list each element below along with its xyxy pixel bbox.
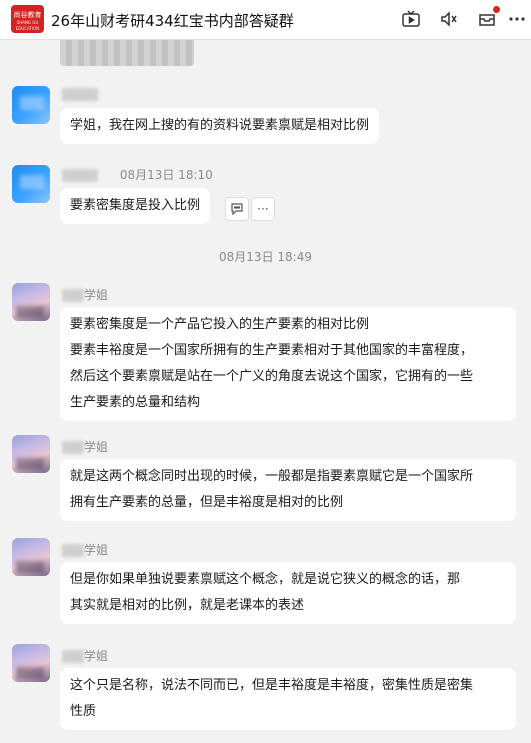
blurred-name — [62, 88, 98, 101]
message-bubble[interactable]: 要素密集度是一个产品它投入的生产要素的相对比例 要素丰裕度是一个国家所拥有的生产… — [60, 307, 516, 421]
message-actions: ··· — [225, 197, 275, 221]
message-line: 这个只是名称，说法不同而已，但是丰裕度是丰裕度，密集性质是密集 — [70, 678, 474, 693]
chat-header: 尚谷教育 SHANG GU EDUCATION 26年山财考研434红宝书内部答… — [0, 0, 531, 40]
group-logo[interactable]: 尚谷教育 SHANG GU EDUCATION — [11, 5, 44, 33]
blurred-name — [62, 650, 84, 663]
comment-icon[interactable] — [225, 197, 249, 221]
timestamp-divider: 08月13日 18:49 — [219, 250, 312, 264]
inbox-icon[interactable] — [476, 6, 500, 30]
message-bubble[interactable]: 这个只是名称，说法不同而已，但是丰裕度是丰裕度，密集性质是密集 性质 — [60, 668, 516, 730]
more-options-button[interactable]: ··· — [251, 197, 275, 221]
message-line: 其实就是相对的比例，就是老课本的表述 — [70, 598, 305, 613]
message-text: 学姐，我在网上搜的有的资料说要素禀赋是相对比例 — [70, 118, 370, 133]
sender-name-suffix: 学姐 — [84, 440, 109, 454]
sender-name: 学姐 — [62, 647, 108, 664]
message-line: 性质 — [70, 704, 97, 719]
video-icon[interactable] — [400, 8, 422, 30]
sender-name: 学姐 — [62, 541, 108, 558]
avatar[interactable] — [12, 165, 50, 203]
sender-name-suffix: 学姐 — [84, 288, 109, 302]
sender-name — [62, 87, 98, 101]
message-text: 要素密集度是投入比例 — [70, 198, 201, 213]
sender-name-suffix: 学姐 — [84, 543, 109, 557]
message-line: 就是这两个概念同时出现的时候，一般都是指要素禀赋它是一个国家所 — [70, 469, 474, 484]
logo-subtext: SHANG GU EDUCATION — [15, 20, 40, 31]
message-line: 拥有生产要素的总量，但是丰裕度是相对的比例 — [70, 495, 344, 510]
avatar[interactable] — [12, 435, 50, 473]
message-bubble[interactable]: 就是这两个概念同时出现的时候，一般都是指要素禀赋它是一个国家所 拥有生产要素的总… — [60, 459, 516, 521]
message-line: 然后这个要素禀赋是站在一个广义的角度去说这个国家，它拥有的一些 — [70, 369, 474, 384]
message-bubble[interactable]: 但是你如果单独说要素禀赋这个概念，就是说它狭义的概念的话，那 其实就是相对的比例… — [60, 562, 516, 624]
message-line: 生产要素的总量和结构 — [70, 395, 201, 410]
sender-name-suffix: 学姐 — [84, 649, 109, 663]
message-line: 要素丰裕度是一个国家所拥有的生产要素相对于其他国家的丰富程度， — [70, 343, 474, 358]
message-line: 但是你如果单独说要素禀赋这个概念，就是说它狭义的概念的话，那 — [70, 572, 461, 587]
group-title[interactable]: 26年山财考研434红宝书内部答疑群 — [51, 10, 294, 31]
message-bubble[interactable]: 要素密集度是投入比例 — [60, 188, 211, 224]
avatar[interactable] — [12, 644, 50, 682]
avatar[interactable] — [12, 86, 50, 124]
chat-area[interactable]: 学姐，我在网上搜的有的资料说要素禀赋是相对比例 08月13日 18:10 要素密… — [0, 40, 531, 743]
sender-name: 08月13日 18:10 — [62, 166, 213, 183]
unread-dot — [493, 6, 500, 13]
logo-text: 尚谷教育 — [13, 11, 42, 19]
blurred-name — [62, 441, 84, 454]
message-line: 要素密集度是一个产品它投入的生产要素的相对比例 — [70, 317, 370, 332]
image-message-partial[interactable] — [60, 40, 194, 66]
blurred-name — [62, 544, 84, 557]
sender-name: 学姐 — [62, 286, 108, 303]
message-bubble[interactable]: 学姐，我在网上搜的有的资料说要素禀赋是相对比例 — [60, 108, 380, 144]
message-timestamp: 08月13日 18:10 — [119, 168, 213, 182]
blurred-name — [62, 289, 84, 302]
mute-icon[interactable] — [438, 8, 460, 30]
avatar[interactable] — [12, 283, 50, 321]
blurred-name — [62, 169, 98, 182]
avatar[interactable] — [12, 538, 50, 576]
sender-name: 学姐 — [62, 438, 108, 455]
more-icon[interactable] — [506, 8, 528, 30]
